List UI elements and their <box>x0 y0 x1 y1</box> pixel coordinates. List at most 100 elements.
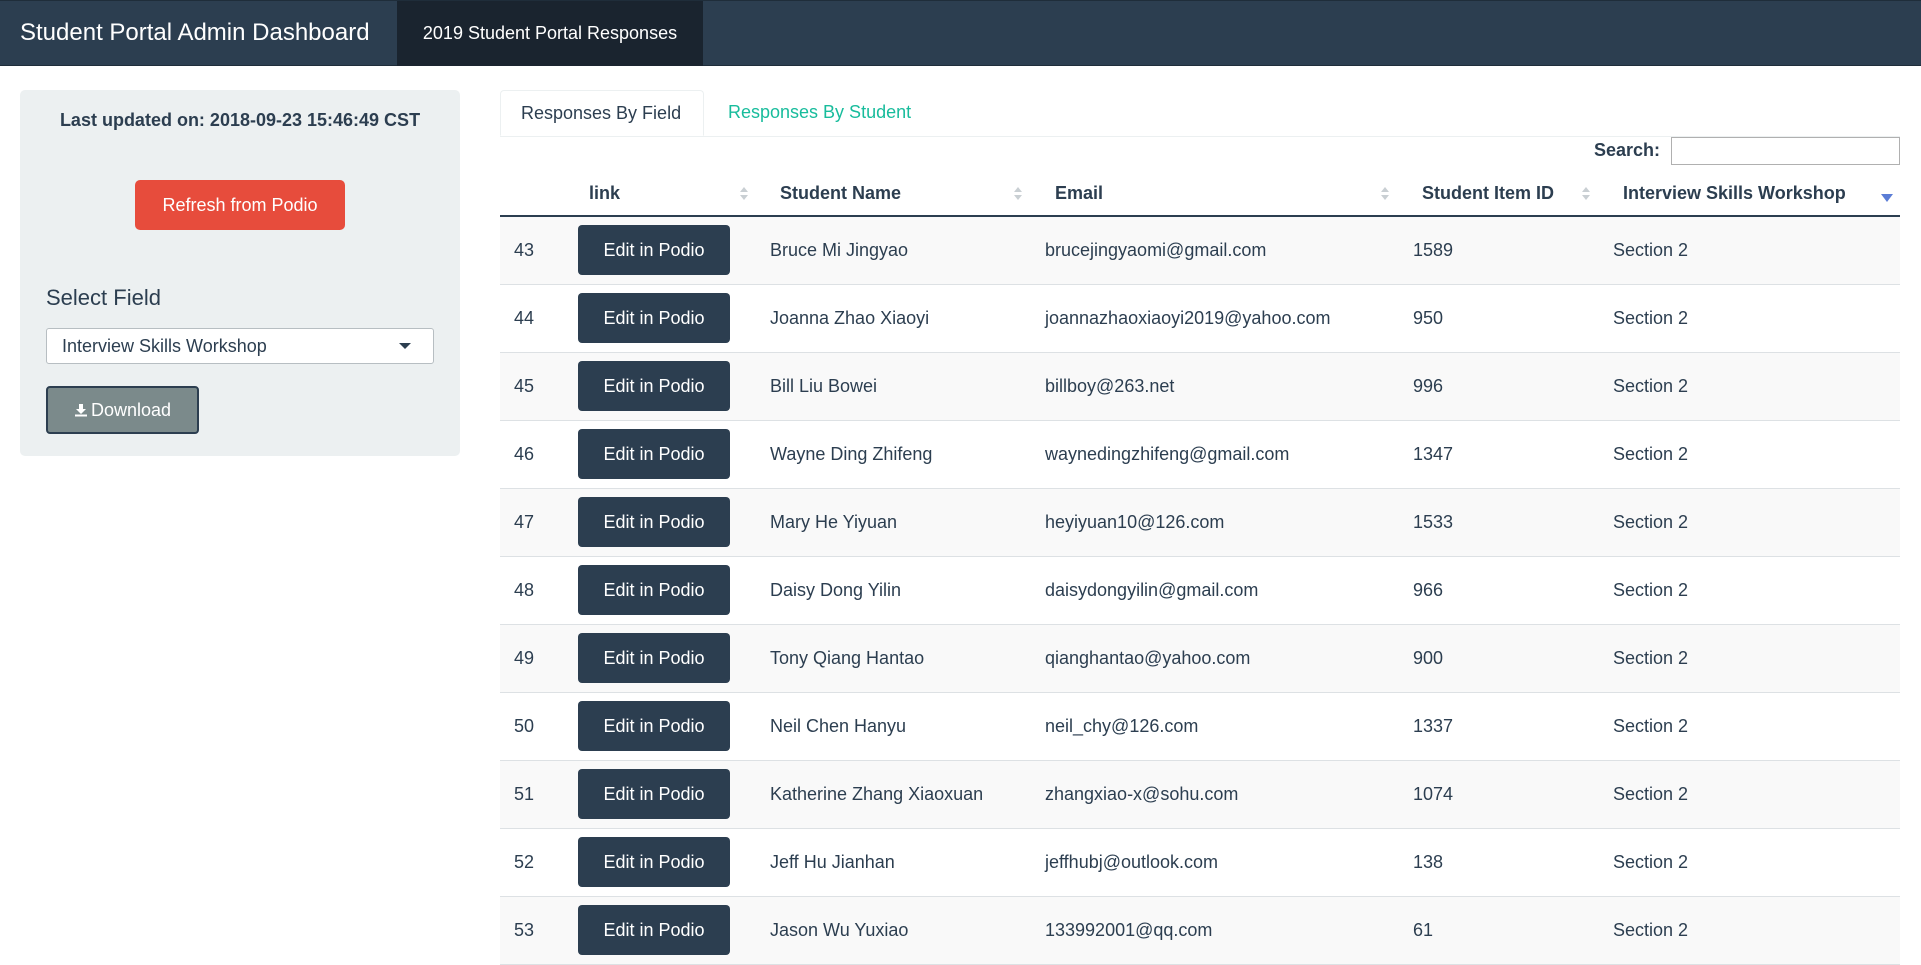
table-row: 53 Edit in Podio Jason Wu Yuxiao 133992001@… <box>500 897 1900 965</box>
email-cell: brucejingyaomi@gmail.com <box>1045 240 1267 260</box>
edit-in-podio-button[interactable]: Edit in Podio <box>578 497 730 547</box>
edit-in-podio-button[interactable]: Edit in Podio <box>578 565 730 615</box>
email-cell: qianghantao@yahoo.com <box>1045 648 1251 668</box>
search-input[interactable] <box>1671 137 1900 165</box>
student-item-id-cell: 966 <box>1413 580 1444 600</box>
field-select-value: Interview Skills Workshop <box>62 336 267 356</box>
app-title[interactable]: Student Portal Admin Dashboard <box>20 1 370 67</box>
email-cell: neil_chy@126.com <box>1045 716 1199 736</box>
edit-in-podio-button[interactable]: Edit in Podio <box>578 361 730 411</box>
student-item-id-cell: 61 <box>1413 920 1434 940</box>
tab-responses-by-field[interactable]: Responses By Field <box>500 90 704 136</box>
table-row: 44 Edit in Podio Joanna Zhao Xiaoyi joannaz… <box>500 285 1900 353</box>
row-number-cell: 46 <box>514 444 535 464</box>
email-cell: jeffhubj@outlook.com <box>1045 852 1219 872</box>
download-label: Download <box>90 400 172 420</box>
edit-in-podio-button[interactable]: Edit in Podio <box>578 293 730 343</box>
student-name-cell: Neil Chen Hanyu <box>770 716 907 736</box>
download-icon <box>74 404 87 417</box>
email-cell: billboy@263.net <box>1045 376 1175 396</box>
last-updated-text: Last updated on: 2018-09-23 15:46:49 CST <box>59 110 421 130</box>
student-item-id-cell: 1074 <box>1413 784 1454 804</box>
tab-responses-by-student[interactable]: Responses By Student <box>708 90 931 136</box>
student-item-id-cell: 1533 <box>1413 512 1454 532</box>
download-button[interactable]: Download <box>46 386 199 434</box>
caret-down-icon <box>399 343 411 349</box>
table-row: 51 Edit in Podio Katherine Zhang Xiaoxuan z… <box>500 761 1900 829</box>
workshop-section-cell: Section 2 <box>1613 240 1689 260</box>
row-number-cell: 48 <box>514 580 535 600</box>
email-cell: heyiyuan10@126.com <box>1045 512 1225 532</box>
search-label: Search: <box>1594 140 1661 160</box>
email-cell: joannazhaoxiaoyi2019@yahoo.com <box>1045 308 1331 328</box>
table-body: 43 Edit in Podio Bruce Mi Jingyao brucejing… <box>500 217 1900 965</box>
table-row: 52 Edit in Podio Jeff Hu Jianhan jeffhubj@o… <box>500 829 1900 897</box>
student-name-cell: Jeff Hu Jianhan <box>770 852 895 872</box>
row-number-cell: 50 <box>514 716 535 736</box>
edit-in-podio-button[interactable]: Edit in Podio <box>578 429 730 479</box>
row-number-cell: 45 <box>514 376 535 396</box>
sort-descending-icon[interactable] <box>1881 194 1893 202</box>
workshop-section-cell: Section 2 <box>1613 920 1689 940</box>
column-header-student-name[interactable]: Student Name <box>780 174 901 215</box>
workshop-section-cell: Section 2 <box>1613 852 1689 872</box>
edit-in-podio-button[interactable]: Edit in Podio <box>578 225 730 275</box>
column-header-link[interactable]: link <box>589 174 620 215</box>
navbar: Student Portal Admin Dashboard 2019 Stud… <box>0 0 1921 66</box>
table-row: 47 Edit in Podio Mary He Yiyuan heyiyuan10@… <box>500 489 1900 557</box>
row-number-cell: 44 <box>514 308 535 328</box>
table-row: 45 Edit in Podio Bill Liu Bowei billboy@263… <box>500 353 1900 421</box>
student-name-cell: Wayne Ding Zhifeng <box>770 444 933 464</box>
responses-table: link Student Name Email Student Item ID … <box>500 174 1900 965</box>
email-cell: zhangxiao-x@sohu.com <box>1045 784 1239 804</box>
table-row: 43 Edit in Podio Bruce Mi Jingyao brucejing… <box>500 217 1900 285</box>
sidebar-panel: Last updated on: 2018-09-23 15:46:49 CST… <box>20 90 460 456</box>
workshop-section-cell: Section 2 <box>1613 512 1689 532</box>
edit-in-podio-button[interactable]: Edit in Podio <box>578 905 730 955</box>
student-item-id-cell: 950 <box>1413 308 1444 328</box>
student-name-cell: Mary He Yiyuan <box>770 512 898 532</box>
student-item-id-cell: 1337 <box>1413 716 1454 736</box>
student-name-cell: Tony Qiang Hantao <box>770 648 925 668</box>
student-item-id-cell: 996 <box>1413 376 1444 396</box>
select-field-label: Select Field <box>46 285 161 310</box>
column-header-student-item-id[interactable]: Student Item ID <box>1422 174 1554 215</box>
student-name-cell: Joanna Zhao Xiaoyi <box>770 308 930 328</box>
email-cell: daisydongyilin@gmail.com <box>1045 580 1259 600</box>
sort-icon[interactable] <box>1582 187 1590 203</box>
field-select-dropdown[interactable]: Interview Skills Workshop <box>46 328 434 364</box>
workshop-section-cell: Section 2 <box>1613 376 1689 396</box>
row-number-cell: 52 <box>514 852 535 872</box>
student-item-id-cell: 1589 <box>1413 240 1454 260</box>
row-number-cell: 43 <box>514 240 535 260</box>
row-number-cell: 49 <box>514 648 535 668</box>
student-item-id-cell: 1347 <box>1413 444 1454 464</box>
table-row: 46 Edit in Podio Wayne Ding Zhifeng waynedi… <box>500 421 1900 489</box>
column-header-interview-skills-workshop[interactable]: Interview Skills Workshop <box>1623 174 1846 215</box>
student-name-cell: Bruce Mi Jingyao <box>770 240 909 260</box>
nav-tab-responses[interactable]: 2019 Student Portal Responses <box>397 1 703 66</box>
workshop-section-cell: Section 2 <box>1613 716 1689 736</box>
refresh-from-podio-button[interactable]: Refresh from Podio <box>135 180 345 230</box>
edit-in-podio-button[interactable]: Edit in Podio <box>578 633 730 683</box>
student-item-id-cell: 900 <box>1413 648 1444 668</box>
row-number-cell: 47 <box>514 512 535 532</box>
workshop-section-cell: Section 2 <box>1613 784 1689 804</box>
student-name-cell: Bill Liu Bowei <box>770 376 878 396</box>
sort-icon[interactable] <box>1381 187 1389 203</box>
email-cell: 133992001@qq.com <box>1045 920 1213 940</box>
table-row: 48 Edit in Podio Daisy Dong Yilin daisydong… <box>500 557 1900 625</box>
student-name-cell: Jason Wu Yuxiao <box>770 920 909 940</box>
edit-in-podio-button[interactable]: Edit in Podio <box>578 701 730 751</box>
workshop-section-cell: Section 2 <box>1613 444 1689 464</box>
email-cell: waynedingzhifeng@gmail.com <box>1045 444 1290 464</box>
workshop-section-cell: Section 2 <box>1613 308 1689 328</box>
workshop-section-cell: Section 2 <box>1613 580 1689 600</box>
column-header-email[interactable]: Email <box>1055 174 1103 215</box>
edit-in-podio-button[interactable]: Edit in Podio <box>578 769 730 819</box>
row-number-cell: 51 <box>514 784 535 804</box>
response-tabs: Responses By Field Responses By Student <box>500 90 1900 137</box>
sort-icon[interactable] <box>1014 187 1022 203</box>
sort-icon[interactable] <box>740 187 748 203</box>
edit-in-podio-button[interactable]: Edit in Podio <box>578 837 730 887</box>
